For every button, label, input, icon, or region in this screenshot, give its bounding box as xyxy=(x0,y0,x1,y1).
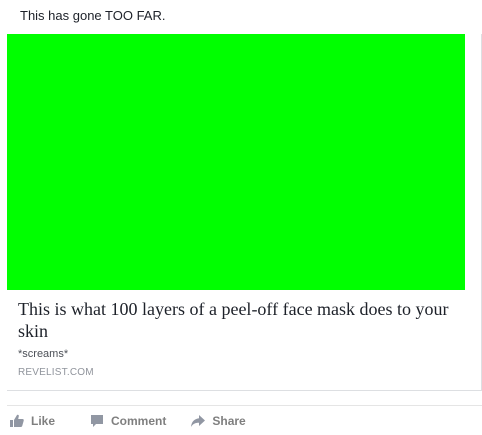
link-preview-card[interactable]: This is what 100 layers of a peel-off fa… xyxy=(7,34,482,391)
feed-post: This has gone TOO FAR. This is what 100 … xyxy=(0,0,482,435)
like-button[interactable]: Like xyxy=(9,406,55,435)
share-arrow-icon xyxy=(190,413,206,429)
link-preview-image[interactable] xyxy=(7,34,465,290)
share-button[interactable]: Share xyxy=(190,406,246,435)
link-preview-title[interactable]: This is what 100 layers of a peel-off fa… xyxy=(18,298,468,342)
thumbs-up-icon xyxy=(9,413,25,429)
comment-icon xyxy=(89,413,105,429)
post-actions-bar: Like Comment Share xyxy=(7,405,482,435)
link-preview-body[interactable]: This is what 100 layers of a peel-off fa… xyxy=(18,298,468,378)
link-preview-description: *screams* xyxy=(18,348,69,360)
post-text: This has gone TOO FAR. xyxy=(20,8,166,23)
comment-button[interactable]: Comment xyxy=(89,406,166,435)
share-label: Share xyxy=(212,414,246,428)
like-label: Like xyxy=(31,414,56,428)
link-preview-domain: REVELIST.COM xyxy=(18,367,94,378)
comment-label: Comment xyxy=(111,414,167,428)
